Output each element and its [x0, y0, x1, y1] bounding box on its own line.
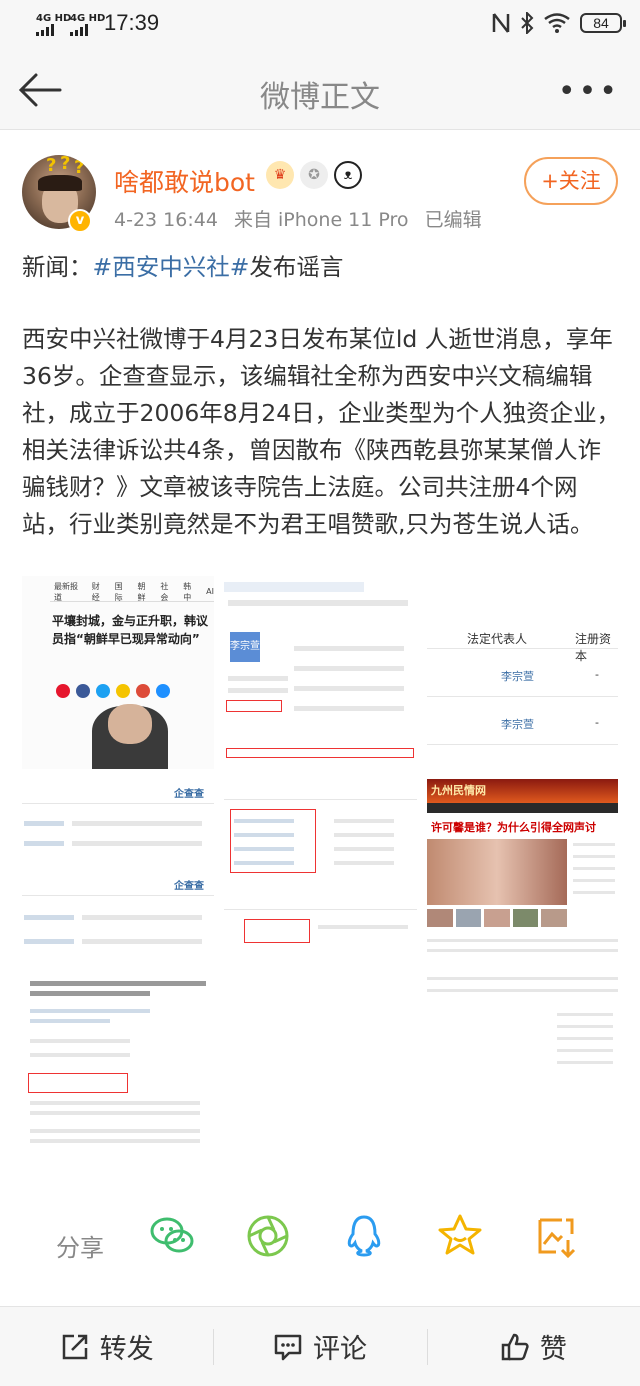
repost-button[interactable]: 转发 — [0, 1307, 213, 1386]
moments-icon[interactable] — [244, 1212, 292, 1260]
verified-badge-icon: v — [68, 209, 92, 233]
photo-thumbnail-3[interactable]: 法定代表人 注册资本 李宗萱 - 李宗萱 - — [427, 576, 618, 769]
page-title: 微博正文 — [260, 80, 380, 115]
edited-label: 已编辑 — [424, 209, 482, 231]
post-timestamp: 4-23 16:44 — [114, 209, 218, 231]
share-label: 分享 — [56, 1234, 104, 1262]
like-label: 赞 — [539, 1334, 567, 1365]
photo-text: 朝鲜 — [137, 581, 146, 602]
photo-text: 注册资本 — [575, 632, 612, 663]
photo-text: 国际 — [114, 581, 123, 602]
bluetooth-icon — [521, 12, 534, 34]
follow-button[interactable]: +关注 — [524, 157, 618, 205]
photo-thumbnail-2[interactable]: 李宗萱 — [224, 576, 417, 769]
comment-button[interactable]: 评论 — [213, 1307, 426, 1386]
clock: 17:39 — [104, 10, 160, 35]
post-headline: 新闻：#西安中兴社#发布谣言 — [22, 249, 622, 286]
photo-text: - — [595, 668, 599, 681]
post-body: 西安中兴社微博于4月23日发布某位ld 人逝世消息，享年36岁。企查查显示，该编… — [22, 325, 621, 538]
status-bar: 4G HD 4G HD 17:39 84 — [0, 0, 640, 50]
thumbs-up-icon — [501, 1333, 529, 1360]
qq-icon[interactable] — [340, 1212, 388, 1260]
panda-badge-icon[interactable]: ᴥ — [334, 161, 362, 189]
photo-text: 最新报道 — [54, 581, 78, 602]
favorite-star-icon[interactable] — [436, 1212, 484, 1260]
photo-text: 社会 — [160, 581, 169, 602]
photo-thumbnail-8[interactable] — [427, 973, 618, 1151]
photo-text: 法定代表人 — [467, 632, 528, 646]
share-row: 分享 — [0, 1192, 640, 1292]
like-button[interactable]: 赞 — [426, 1307, 640, 1386]
medal-badge-icon[interactable]: ✪ — [300, 161, 328, 189]
photo-thumbnail-5[interactable] — [224, 779, 417, 963]
photo-text: 平壤封城，金与正升职，韩议员指“朝鲜早已现异常动向” — [52, 614, 209, 646]
question-mark-icon: ? — [74, 157, 85, 178]
battery-indicator: 84 — [580, 13, 626, 33]
photo-text: 李宗萱 — [501, 718, 534, 731]
photo-text: 财经 — [91, 581, 100, 602]
photo-grid: 最新报道 财经 国际 朝鲜 社会 韩中 AI 平壤封城，金与正升职，韩议员指“朝… — [22, 576, 618, 1151]
photo-text: 韩中 — [183, 581, 192, 602]
repost-label: 转发 — [99, 1334, 154, 1365]
photo-text: - — [595, 716, 599, 729]
photo-thumbnail-6[interactable]: 九州民情网 许可馨是谁？为什么引得全网声讨 — [427, 779, 618, 963]
action-bar: 转发 评论 赞 — [0, 1306, 640, 1386]
question-mark-icon: ? — [46, 155, 57, 176]
wifi-icon — [544, 13, 570, 33]
photo-text: 许可馨是谁？为什么引得全网声讨 — [431, 821, 596, 834]
signal-indicator-2: 4G HD — [70, 13, 106, 24]
question-mark-icon: ? — [60, 155, 71, 174]
photo-text: 企查查 — [174, 789, 204, 800]
photo-thumbnail-4[interactable]: 企查查 企查查 — [22, 779, 214, 963]
more-options-icon[interactable]: ••• — [558, 74, 620, 109]
photo-thumbnail-1[interactable]: 最新报道 财经 国际 朝鲜 社会 韩中 AI 平壤封城，金与正升职，韩议员指“朝… — [22, 576, 214, 769]
save-image-icon[interactable] — [532, 1212, 580, 1260]
photo-text: 李宗萱 — [230, 632, 260, 662]
photo-text: 李宗萱 — [501, 670, 534, 683]
photo-text: AI — [206, 587, 214, 596]
topic-link[interactable]: #西安中兴社# — [93, 253, 250, 281]
username[interactable]: 啥都敢说bot — [114, 163, 255, 199]
post-meta: 4-23 16:44 来自 iPhone 11 Pro 已编辑 — [114, 205, 482, 232]
signal-bars-icon — [36, 24, 54, 36]
crown-badge-icon[interactable]: ♛ — [266, 161, 294, 189]
nav-bar: 微博正文 ••• — [0, 50, 640, 130]
photo-thumbnail-7[interactable] — [22, 973, 214, 1151]
repost-icon — [62, 1334, 87, 1359]
headline-suffix: 发布谣言 — [249, 253, 344, 281]
photo-text: 九州民情网 — [427, 779, 618, 803]
signal-bars-icon — [70, 24, 88, 36]
signal-indicator-1: 4G HD — [36, 13, 72, 24]
wechat-icon[interactable] — [148, 1212, 196, 1260]
comment-icon — [274, 1334, 302, 1360]
headline-prefix: 新闻： — [22, 253, 93, 281]
comment-label: 评论 — [312, 1334, 367, 1365]
post-source: 来自 iPhone 11 Pro — [233, 209, 409, 231]
photo-text: 企查查 — [174, 881, 204, 892]
nfc-icon — [492, 13, 510, 33]
